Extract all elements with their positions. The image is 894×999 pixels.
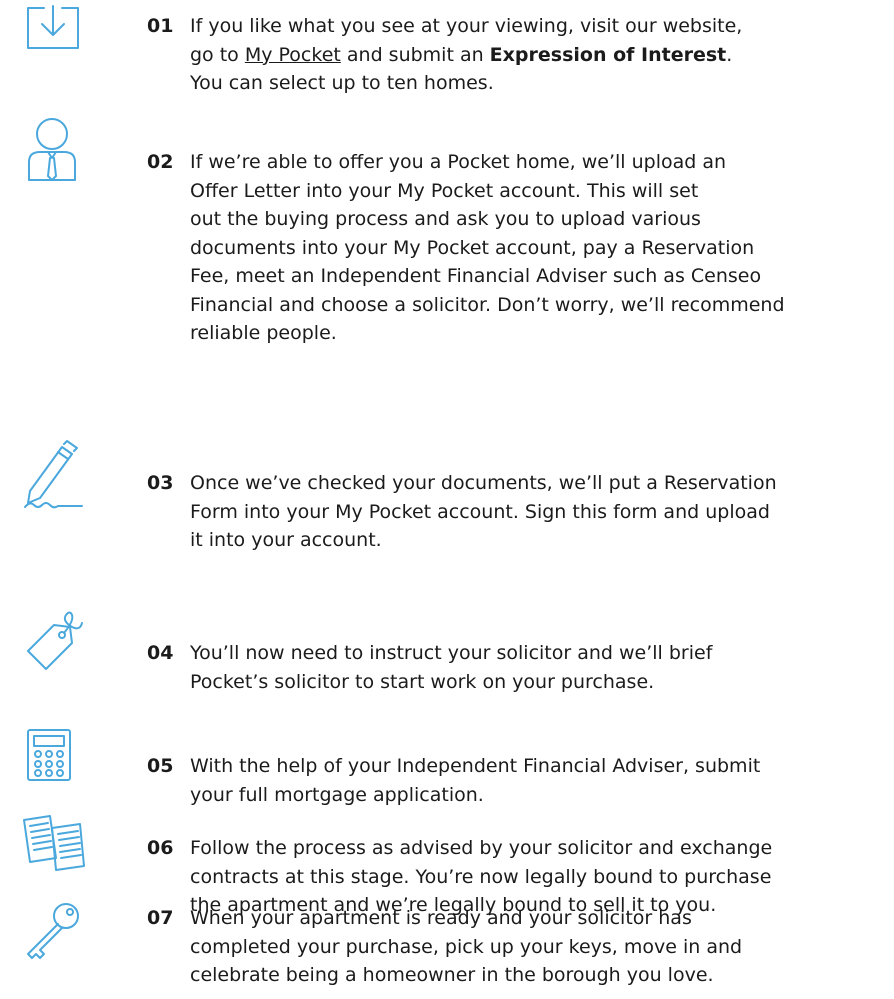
step-line: You can select up to ten homes. (190, 72, 494, 94)
step-number: 05 (147, 755, 174, 777)
step-number: 01 (147, 15, 174, 37)
step-line: Form into your My Pocket account. Sign t… (190, 500, 770, 523)
step-line: contracts at this stage. You’re now lega… (190, 865, 772, 888)
step-line: go to My Pocket and submit an Expression… (190, 41, 880, 70)
step-line: out the buying process and ask you to up… (190, 208, 701, 230)
step-text: Once we’ve checked your documents, we’ll… (190, 469, 880, 555)
step-line: celebrate being a homeowner in the borou… (190, 964, 714, 986)
step-number: 04 (147, 642, 174, 664)
step-line: When your apartment is ready and your so… (190, 907, 692, 929)
step-line: completed your purchase, pick up your ke… (190, 935, 743, 958)
calculator-icon (26, 728, 72, 782)
text-fragment: and submit an (340, 43, 490, 66)
step-line: If we’re able to offer you a Pocket home… (190, 151, 727, 173)
download-box-icon (24, 4, 82, 52)
person-icon (26, 116, 78, 182)
step-line: Follow the process as advised by your so… (190, 837, 773, 859)
step-line: If you like what you see at your viewing… (190, 15, 743, 37)
step-number: 07 (147, 907, 174, 929)
step-line: Offer Letter into your My Pocket account… (190, 179, 699, 202)
step-number: 03 (147, 472, 174, 494)
step-line: reliable people. (190, 322, 337, 344)
step-line: You’ll now need to instruct your solicit… (190, 642, 713, 664)
text-fragment: go to (190, 43, 245, 66)
step-line: Once we’ve checked your documents, we’ll… (190, 472, 777, 494)
text-fragment: . (726, 43, 733, 66)
step-text: If you like what you see at your viewing… (190, 12, 880, 98)
my-pocket-link[interactable]: My Pocket (245, 44, 341, 66)
step-line: Pocket’s solicitor to start work on your… (190, 670, 655, 693)
step-line: documents into your My Pocket account, p… (190, 236, 755, 259)
step-number: 02 (147, 151, 174, 173)
step-line: With the help of your Independent Financ… (190, 755, 761, 777)
expression-of-interest-text: Expression of Interest (489, 43, 727, 66)
step-line: your full mortgage application. (190, 783, 484, 806)
step-text: When your apartment is ready and your so… (190, 904, 880, 990)
step-line: Financial and choose a solicitor. Don’t … (190, 293, 785, 316)
step-text: If we’re able to offer you a Pocket home… (190, 148, 880, 348)
key-icon (22, 900, 84, 962)
step-line: Fee, meet an Independent Financial Advis… (190, 265, 762, 287)
tag-icon (22, 609, 84, 675)
step-text: You’ll now need to instruct your solicit… (190, 639, 880, 696)
documents-icon (20, 814, 86, 872)
step-number: 06 (147, 837, 174, 859)
pen-signature-icon (22, 439, 84, 511)
step-text: With the help of your Independent Financ… (190, 752, 880, 809)
step-line: it into your account. (190, 529, 382, 551)
